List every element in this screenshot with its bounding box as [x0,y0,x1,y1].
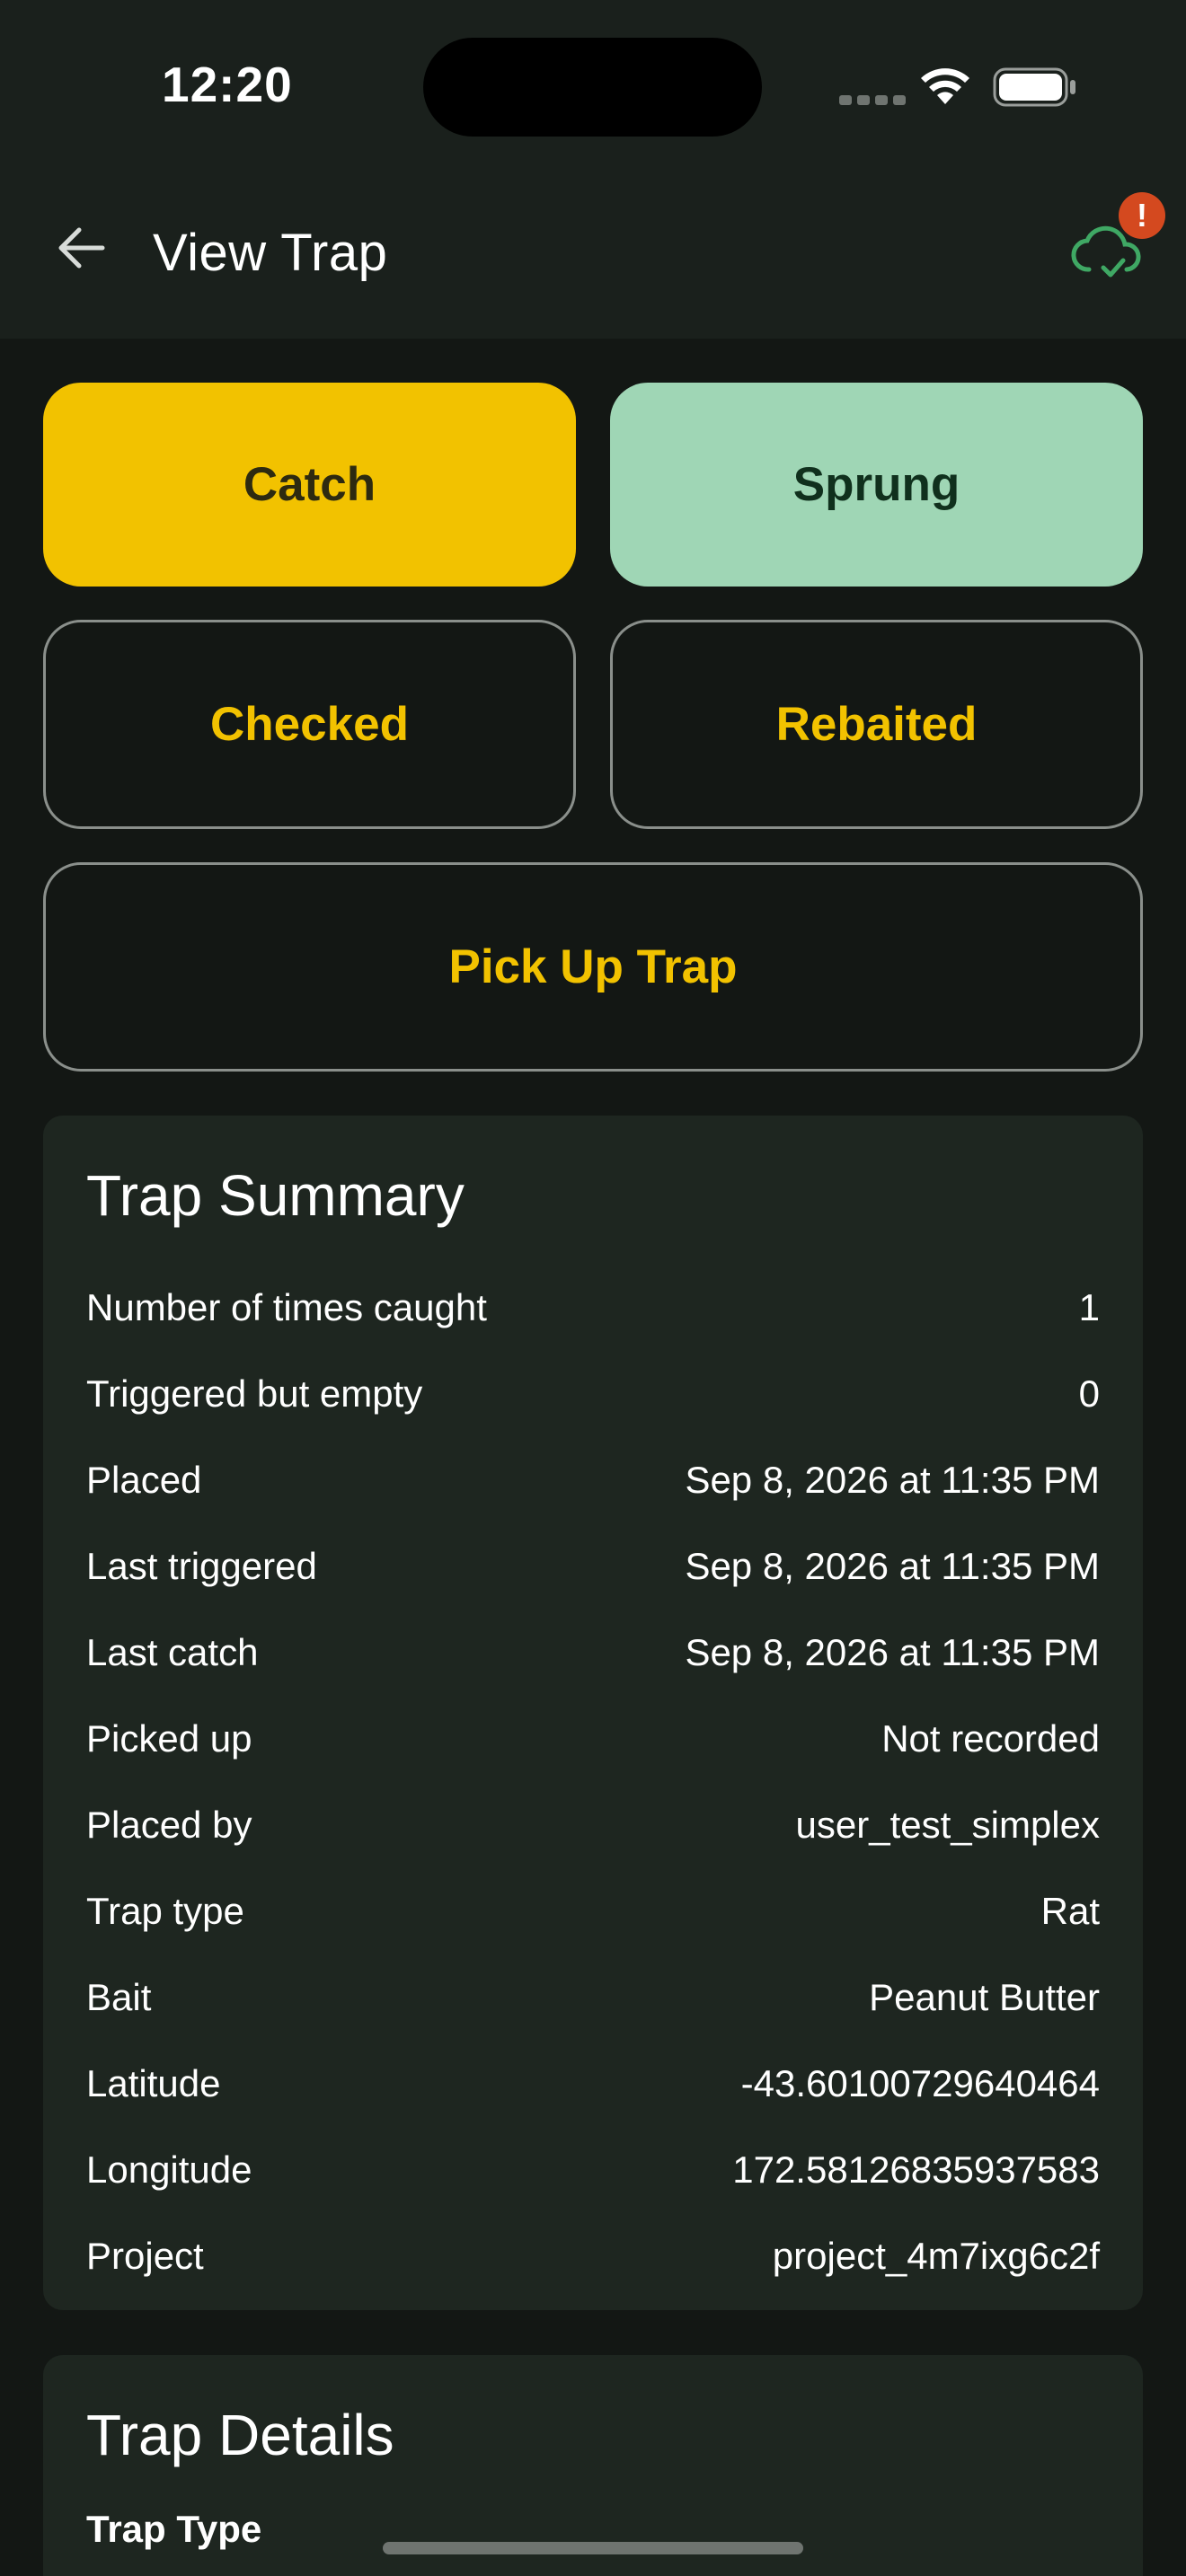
cellular-signal-icon [839,95,906,105]
row-value: Sep 8, 2026 at 11:35 PM [685,1631,1100,1673]
summary-row-latitude: Latitude -43.60100729640464 [86,2041,1100,2127]
summary-row-longitude: Longitude 172.58126835937583 [86,2127,1100,2213]
row-value: Peanut Butter [869,1976,1100,2018]
summary-row-last-triggered: Last triggered Sep 8, 2026 at 11:35 PM [86,1523,1100,1610]
pick-up-trap-button[interactable]: Pick Up Trap [43,862,1143,1072]
summary-row-project: Project project_4m7ixg6c2f [86,2213,1100,2299]
summary-row-picked-up: Picked up Not recorded [86,1696,1100,1782]
row-value: user_test_simplex [795,1804,1100,1846]
row-value: project_4m7ixg6c2f [772,2235,1100,2277]
summary-row-times-caught: Number of times caught 1 [86,1265,1100,1351]
trap-details-title: Trap Details [86,2403,394,2467]
battery-icon [993,67,1075,107]
checked-button[interactable]: Checked [43,620,576,829]
row-label: Number of times caught [86,1286,487,1328]
summary-row-trap-type: Trap type Rat [86,1868,1100,1954]
status-time: 12:20 [162,57,293,112]
row-label: Last triggered [86,1545,317,1587]
row-label: Bait [86,1976,152,2018]
dynamic-island [423,38,762,137]
summary-row-bait: Bait Peanut Butter [86,1954,1100,2041]
back-arrow-icon[interactable] [56,225,106,271]
row-value: Rat [1040,1890,1100,1932]
row-label: Placed [86,1459,202,1501]
trap-summary-title: Trap Summary [86,1163,465,1228]
row-label: Placed by [86,1804,252,1846]
row-value: 172.58126835937583 [732,2148,1100,2191]
row-label: Latitude [86,2062,221,2104]
row-value: Sep 8, 2026 at 11:35 PM [685,1459,1100,1501]
view-trap-screen: 12:20 View Trap ! Catch Sprung Checked R… [0,0,1186,2576]
sync-alert-badge: ! [1119,192,1165,239]
row-label: Project [86,2235,204,2277]
sprung-button[interactable]: Sprung [610,383,1143,587]
catch-button[interactable]: Catch [43,383,576,587]
trap-type-heading: Trap Type [86,2508,262,2550]
trap-summary-list: Number of times caught 1 Triggered but e… [86,1265,1100,2299]
trap-summary-card: Trap Summary Number of times caught 1 Tr… [43,1116,1143,2310]
row-label: Last catch [86,1631,259,1673]
wifi-icon [921,68,969,104]
page-title: View Trap [153,224,388,282]
row-value: 1 [1078,1286,1100,1328]
summary-row-last-catch: Last catch Sep 8, 2026 at 11:35 PM [86,1610,1100,1696]
summary-row-placed-by: Placed by user_test_simplex [86,1782,1100,1868]
rebaited-button[interactable]: Rebaited [610,620,1143,829]
row-value: -43.60100729640464 [740,2062,1100,2104]
row-value: 0 [1078,1372,1100,1415]
summary-row-triggered-empty: Triggered but empty 0 [86,1351,1100,1437]
row-value: Not recorded [881,1717,1100,1760]
row-label: Picked up [86,1717,252,1760]
row-label: Longitude [86,2148,252,2191]
row-label: Triggered but empty [86,1372,423,1415]
row-label: Trap type [86,1890,244,1932]
summary-row-placed: Placed Sep 8, 2026 at 11:35 PM [86,1437,1100,1523]
home-indicator[interactable] [383,2542,803,2554]
row-value: Sep 8, 2026 at 11:35 PM [685,1545,1100,1587]
